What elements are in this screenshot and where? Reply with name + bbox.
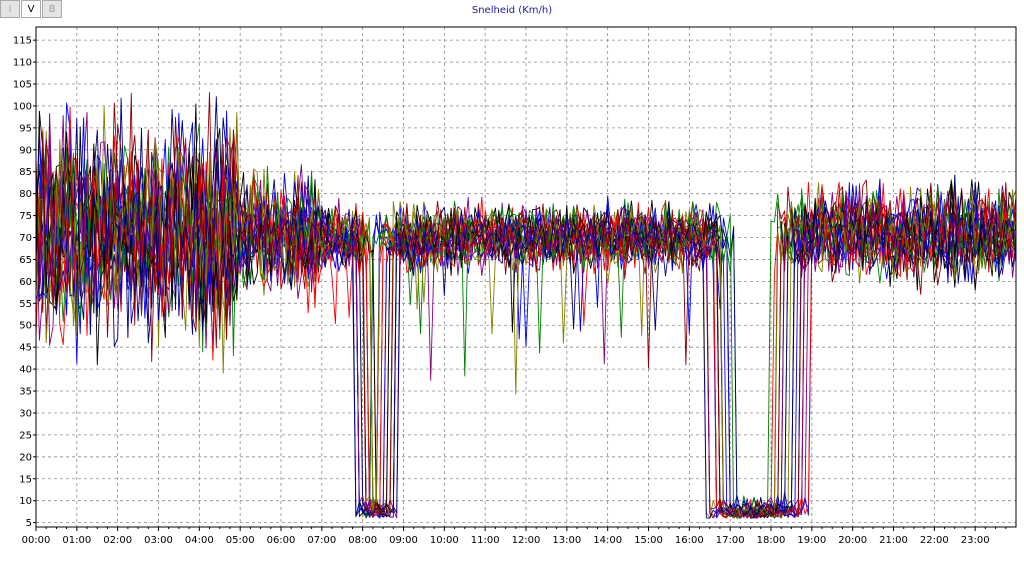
y-tick-label: 50 xyxy=(19,321,32,332)
y-tick-label: 20 xyxy=(19,452,32,463)
x-tick-label: 13:00 xyxy=(552,535,581,546)
y-tick-label: 15 xyxy=(19,474,32,485)
y-tick-label: 100 xyxy=(13,101,32,112)
y-tick-label: 115 xyxy=(13,36,32,47)
x-tick-label: 19:00 xyxy=(797,535,826,546)
y-tick-label: 95 xyxy=(19,123,32,134)
x-tick-label: 18:00 xyxy=(757,535,786,546)
y-tick-label: 60 xyxy=(19,277,32,288)
x-tick-label: 22:00 xyxy=(920,535,949,546)
x-tick-label: 11:00 xyxy=(471,535,500,546)
x-tick-label: 06:00 xyxy=(267,535,296,546)
y-tick-label: 25 xyxy=(19,430,32,441)
y-tick-label: 80 xyxy=(19,189,32,200)
speed-line-chart: 5 10 15 20 25 30 35 40 45 50 55 60 65 70 75 80 85 90 95 100… xyxy=(13,26,1017,546)
y-tick-label: 110 xyxy=(13,58,32,69)
y-tick-label: 75 xyxy=(19,211,32,222)
y-tick-label: 55 xyxy=(19,299,32,310)
x-tick-label: 20:00 xyxy=(838,535,867,546)
x-tick-label: 04:00 xyxy=(185,535,214,546)
x-tick-label: 01:00 xyxy=(62,535,91,546)
y-tick-label: 45 xyxy=(19,343,32,354)
x-tick-label: 21:00 xyxy=(879,535,908,546)
x-tick-label: 23:00 xyxy=(961,535,990,546)
x-tick-label: 12:00 xyxy=(512,535,541,546)
x-tick-label: 15:00 xyxy=(634,535,663,546)
y-tick-label: 90 xyxy=(19,145,32,156)
y-tick-label: 35 xyxy=(19,387,32,398)
y-tick-label: 70 xyxy=(19,233,32,244)
x-tick-label: 03:00 xyxy=(144,535,173,546)
y-tick-label: 105 xyxy=(13,80,32,91)
y-tick-label: 30 xyxy=(19,408,32,419)
x-tick-label: 10:00 xyxy=(430,535,459,546)
y-tick-label: 5 xyxy=(26,518,32,529)
x-tick-label: 17:00 xyxy=(716,535,745,546)
x-tick-label: 09:00 xyxy=(389,535,418,546)
x-tick-label: 05:00 xyxy=(226,535,255,546)
y-tick-label: 10 xyxy=(19,496,32,507)
y-tick-label: 65 xyxy=(19,255,32,266)
x-axis-ticks: 00:00 01:00 02:00 03:00 04:00 05:00 06:00 07:00… xyxy=(22,527,1007,546)
y-tick-label: 85 xyxy=(19,167,32,178)
y-axis-ticks: 5 10 15 20 25 30 35 40 45 50 55 60 65 70 75 80 85 90 95 100… xyxy=(13,36,36,529)
y-tick-label: 40 xyxy=(19,365,32,376)
x-tick-label: 02:00 xyxy=(103,535,132,546)
x-tick-label: 07:00 xyxy=(307,535,336,546)
x-tick-label: 14:00 xyxy=(593,535,622,546)
x-tick-label: 08:00 xyxy=(348,535,377,546)
x-tick-label: 00:00 xyxy=(22,535,51,546)
x-tick-label: 16:00 xyxy=(675,535,704,546)
